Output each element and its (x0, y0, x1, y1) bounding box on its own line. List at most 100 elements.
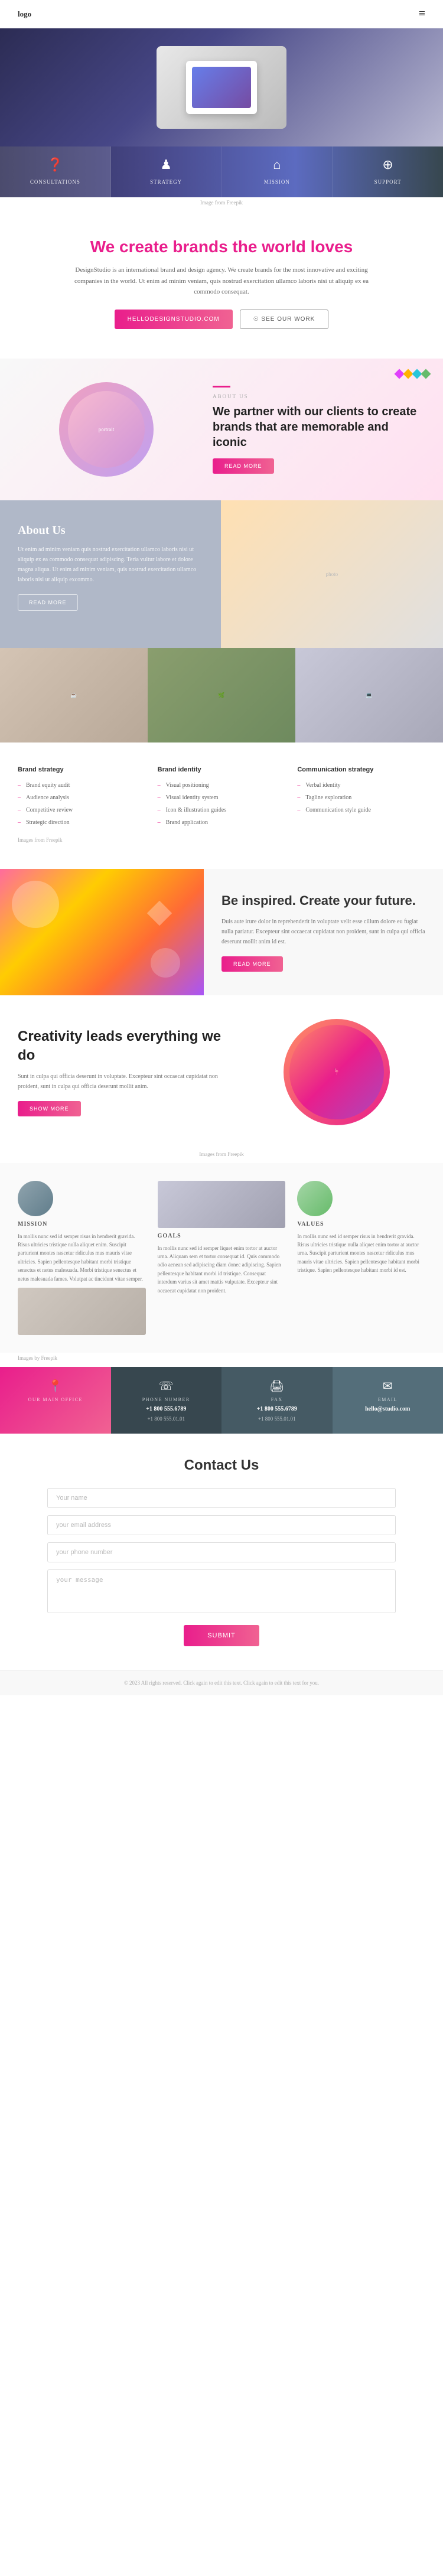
mission-image (18, 1288, 146, 1335)
website-button[interactable]: hellodesignstudio.com (115, 310, 233, 329)
creativity-freepik-credit: Images from Freepik (0, 1149, 443, 1163)
message-input[interactable] (47, 1569, 396, 1613)
email-icon: ✉ (383, 1379, 393, 1393)
images-strip: ☕ 🌿 💻 (0, 648, 443, 742)
be-inspired-section: Be inspired. Create your future. Duis au… (0, 869, 443, 995)
accent-bar (213, 386, 230, 387)
strip-image-plants: 🌿 (148, 648, 295, 742)
we-create-body: DesignStudio is an international brand a… (74, 265, 369, 298)
email-title: EMAIL (378, 1397, 398, 1402)
contact-box-office: 📍 OUR MAIN OFFICE (0, 1367, 111, 1434)
nav-logo: logo (18, 9, 31, 19)
hero-image (157, 46, 286, 129)
brand-strategy-list: Brand equity audit Audience analysis Com… (18, 779, 146, 829)
we-create-heading: We create brands the world loves (35, 237, 408, 256)
contact-box-fax: 🖨 FAX +1 800 555.6789 +1 800 555.01.01 (222, 1367, 333, 1434)
fax-value: +1 800 555.6789 (257, 1406, 297, 1412)
about-gray-heading: About Us (18, 524, 203, 538)
about-gray-body: Ut enim ad minim veniam quis nostrud exe… (18, 545, 203, 585)
team-mission-col: mission In mollis nunc sed id semper ris… (18, 1181, 146, 1335)
comm-strategy-list: Verbal identity Tagline exploration Comm… (297, 779, 425, 816)
team-goals-col: goals In mollis nunc sed id semper lique… (158, 1181, 286, 1335)
list-item: Icon & illustration guides (158, 804, 286, 816)
mission-body: In mollis nunc sed id semper risus in he… (18, 1232, 146, 1283)
name-input[interactable] (47, 1488, 396, 1508)
tab-support-label: SUPPORT (374, 179, 402, 185)
navbar: logo ≡ (0, 0, 443, 28)
team-freepik-credit: Images by Freepik (0, 1353, 443, 1367)
strategy-icon: ♟ (116, 157, 217, 172)
tab-strategy-label: STRATEGY (150, 179, 182, 185)
tab-strategy[interactable]: ♟ STRATEGY (111, 146, 222, 197)
tab-support[interactable]: ⊕ SUPPORT (333, 146, 443, 197)
about-gray-text: About Us Ut enim ad minim veniam quis no… (0, 500, 221, 648)
see-our-work-button[interactable]: ☉ SEE OUR WORK (240, 310, 329, 329)
about-us-read-more-button[interactable]: READ MORE (213, 458, 274, 474)
brand-identity-list: Visual positioning Visual identity syste… (158, 779, 286, 829)
strategy-freepik-credit: Images from Freepik (18, 835, 425, 845)
tab-consultations[interactable]: ❓ CONSULTATIONS (0, 146, 111, 197)
about-gray-photo: photo (221, 500, 443, 648)
list-item: Strategic direction (18, 816, 146, 829)
about-gray-section: About Us Ut enim ad minim veniam quis no… (0, 500, 443, 648)
values-body: In mollis nunc sed id semper risus in he… (297, 1232, 425, 1275)
inspired-body: Duis aute irure dolor in reprehenderit i… (222, 917, 425, 947)
brand-strategy-title: Brand strategy (18, 766, 146, 773)
values-title: values (297, 1221, 425, 1227)
values-avatar (297, 1181, 333, 1216)
mission-icon: ⌂ (227, 157, 328, 172)
about-us-label: ABOUT US (213, 393, 425, 399)
phone-title: PHONE NUMBER (142, 1397, 190, 1402)
hero-freepik-credit: Image from Freepik (0, 197, 443, 208)
comm-strategy-title: Communication strategy (297, 766, 425, 773)
list-item: Competitive review (18, 804, 146, 816)
phone-icon: ☏ (159, 1379, 174, 1393)
goals-body: In mollis nunc sed id semper liquet enim… (158, 1244, 286, 1295)
consultations-icon: ❓ (5, 157, 106, 172)
tab-consultations-label: CONSULTATIONS (30, 179, 80, 185)
creativity-section: Creativity leads everything we do Sunt i… (0, 995, 443, 1149)
creativity-portrait: 🦩 (284, 1019, 390, 1125)
about-us-image-left: portrait (18, 382, 195, 477)
geometric-decor (396, 370, 431, 406)
inspired-image-left (0, 869, 204, 995)
inspired-heading: Be inspired. Create your future. (222, 893, 425, 910)
email-input[interactable] (47, 1515, 396, 1535)
list-item: Visual positioning (158, 779, 286, 792)
brand-identity-col: Brand identity Visual positioning Visual… (158, 766, 286, 829)
goals-title: goals (158, 1233, 286, 1239)
submit-button[interactable]: SUBMIT (184, 1625, 259, 1646)
list-item: Tagline exploration (297, 792, 425, 804)
fax-sub: +1 800 555.01.01 (258, 1416, 296, 1422)
about-gray-read-more-button[interactable]: READ MORE (18, 594, 78, 611)
comm-strategy-col: Communication strategy Verbal identity T… (297, 766, 425, 829)
mission-avatar (18, 1181, 53, 1216)
contact-box-phone: ☏ PHONE NUMBER +1 800 555.6789 +1 800 55… (111, 1367, 222, 1434)
goals-image-top (158, 1181, 286, 1228)
office-title: OUR MAIN OFFICE (28, 1397, 83, 1402)
list-item: Visual identity system (158, 792, 286, 804)
nav-hamburger[interactable]: ≡ (419, 7, 425, 21)
list-item: Brand application (158, 816, 286, 829)
tab-mission[interactable]: ⌂ MISSION (222, 146, 333, 197)
about-us-portrait: portrait (59, 382, 154, 477)
we-create-buttons: hellodesignstudio.com ☉ SEE OUR WORK (35, 310, 408, 329)
footer-text: © 2023 All rights reserved. Click again … (0, 1670, 443, 1695)
fax-icon: 🖨 (269, 1379, 284, 1393)
contact-box-email: ✉ EMAIL hello@studio.com (333, 1367, 443, 1434)
team-values-col: values In mollis nunc sed id semper risu… (297, 1181, 425, 1335)
inspired-read-more-button[interactable]: READ MORE (222, 956, 283, 972)
phone-input[interactable] (47, 1542, 396, 1562)
strip-image-coffee: ☕ (0, 648, 148, 742)
team-section: mission In mollis nunc sed id semper ris… (0, 1163, 443, 1353)
about-us-heading: We partner with our clients to create br… (213, 404, 425, 450)
support-icon: ⊕ (337, 157, 438, 172)
location-icon: 📍 (48, 1379, 63, 1393)
we-create-section: We create brands the world loves DesignS… (0, 208, 443, 359)
creativity-show-more-button[interactable]: SHOW MORE (18, 1101, 81, 1116)
tab-mission-label: MISSION (264, 179, 290, 185)
inspired-gradient-image (0, 869, 204, 995)
list-item: Audience analysis (18, 792, 146, 804)
strip-image-laptop: 💻 (295, 648, 443, 742)
about-us-pink-section: portrait ABOUT US We partner with our cl… (0, 359, 443, 500)
